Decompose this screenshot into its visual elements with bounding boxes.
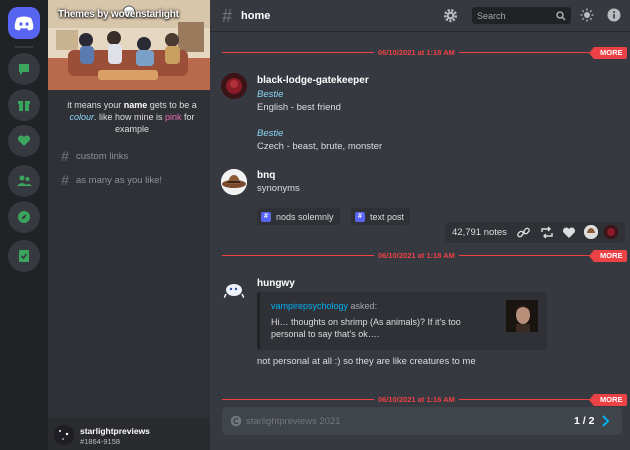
channel-hash-icon: # xyxy=(61,172,69,188)
channel-sidebar: Themes by wovenstarlight it means your n… xyxy=(48,0,210,450)
channel-title: home xyxy=(241,10,271,22)
reblog-icon[interactable] xyxy=(540,226,554,239)
channel-header: # home xyxy=(210,0,630,32)
post-tag[interactable]: # nods solemnly xyxy=(257,208,340,225)
channel-hash-icon: # xyxy=(222,6,233,26)
people-server-button[interactable] xyxy=(8,165,40,197)
channel-label: as many as you like! xyxy=(76,174,163,186)
tag-label: text post xyxy=(370,211,405,222)
more-button[interactable]: MORE xyxy=(589,250,627,262)
post-tag[interactable]: # text post xyxy=(351,208,411,225)
more-button[interactable]: MORE xyxy=(589,394,627,406)
channel-label: custom links xyxy=(76,150,129,162)
server-rail xyxy=(0,0,48,450)
avatar[interactable] xyxy=(221,169,247,195)
discord-logo-icon xyxy=(14,16,34,30)
post-actions-bar: 42,791 notes xyxy=(445,222,625,243)
explore-server-button[interactable] xyxy=(8,201,40,233)
divider-date: 06/10/2021 at 1:18 AM xyxy=(374,250,459,262)
asker-avatar[interactable] xyxy=(506,300,538,332)
heart-server-button[interactable] xyxy=(8,125,40,157)
post-author[interactable]: hungwy xyxy=(257,278,295,289)
user-panel[interactable]: starlightpreviews #1864-9158 xyxy=(48,418,210,450)
people-icon xyxy=(16,175,32,186)
date-divider: 06/10/2021 at 1:18 AM MORE xyxy=(222,250,627,262)
post-text: synonyms xyxy=(257,183,300,194)
avatar[interactable] xyxy=(221,276,247,302)
divider-date: 06/10/2021 at 1:16 AM xyxy=(374,394,459,406)
divider-date: 06/10/2021 at 1:18 AM xyxy=(374,47,459,59)
ask-question: Hi… thoughts on shrimp (As animals)? If … xyxy=(271,317,461,339)
post-text: Bestie xyxy=(257,89,284,100)
reblogger-avatar[interactable] xyxy=(584,225,598,239)
notes-count[interactable]: 42,791 notes xyxy=(452,227,507,238)
chat-icon xyxy=(19,64,29,75)
date-divider: 06/10/2021 at 1:18 AM MORE xyxy=(222,47,627,59)
server-banner: Themes by wovenstarlight xyxy=(48,0,210,90)
tag-hash-icon: # xyxy=(261,211,271,222)
info-icon[interactable] xyxy=(607,8,621,22)
user-avatar xyxy=(54,425,74,445)
date-divider: 06/10/2021 at 1:16 AM MORE xyxy=(222,394,627,406)
heart-icon xyxy=(17,135,31,146)
ask-box: vampirepsychology asked: Hi… thoughts on… xyxy=(257,292,547,350)
like-heart-icon[interactable] xyxy=(562,226,576,239)
user-name: starlightpreviews xyxy=(80,426,150,436)
compass-icon xyxy=(18,211,30,223)
post-author[interactable]: bnq xyxy=(257,170,275,181)
channel-as-many-as-you-like[interactable]: # as many as you like! xyxy=(60,172,162,188)
gear-icon[interactable] xyxy=(443,8,458,23)
tag-hash-icon: # xyxy=(355,211,365,222)
gift-server-button[interactable] xyxy=(8,89,40,121)
chat-server-button[interactable] xyxy=(8,53,40,85)
user-tag: #1864-9158 xyxy=(80,437,121,446)
footer-text: starlightpreviews 2021 xyxy=(246,416,341,427)
ask-header: vampirepsychology asked: xyxy=(271,301,378,311)
avatar[interactable] xyxy=(221,73,247,99)
post-text: Czech - beast, brute, monster xyxy=(257,141,383,152)
sun-icon[interactable] xyxy=(580,8,594,22)
post-text: not personal at all :) so they are like … xyxy=(257,356,476,367)
post-text: Bestie xyxy=(257,128,284,139)
link-icon[interactable] xyxy=(517,226,530,239)
checklist-icon xyxy=(19,250,29,262)
post-author[interactable]: black-lodge-gatekeeper xyxy=(257,75,369,86)
checklist-server-button[interactable] xyxy=(8,240,40,272)
search-icon xyxy=(556,11,566,21)
post-text: English - best friend xyxy=(257,102,341,113)
rail-separator xyxy=(15,46,33,48)
channel-custom-links[interactable]: # custom links xyxy=(60,148,128,164)
more-button[interactable]: MORE xyxy=(589,47,627,59)
copyright-icon xyxy=(230,415,242,427)
server-banner-title: Themes by wovenstarlight xyxy=(58,9,179,20)
gift-icon xyxy=(18,101,30,111)
server-description: it means your name gets to be a colour. … xyxy=(67,100,197,134)
page-indicator: 1 / 2 xyxy=(574,415,595,427)
channel-hash-icon: # xyxy=(61,148,69,164)
home-server-button[interactable] xyxy=(8,7,40,39)
tag-label: nods solemnly xyxy=(276,211,334,222)
footer-pager: starlightpreviews 2021 1 / 2 xyxy=(222,407,622,435)
asker-name[interactable]: vampirepsychology xyxy=(271,301,348,311)
chevron-right-icon[interactable] xyxy=(600,415,610,427)
reblogger-avatar[interactable] xyxy=(604,225,618,239)
